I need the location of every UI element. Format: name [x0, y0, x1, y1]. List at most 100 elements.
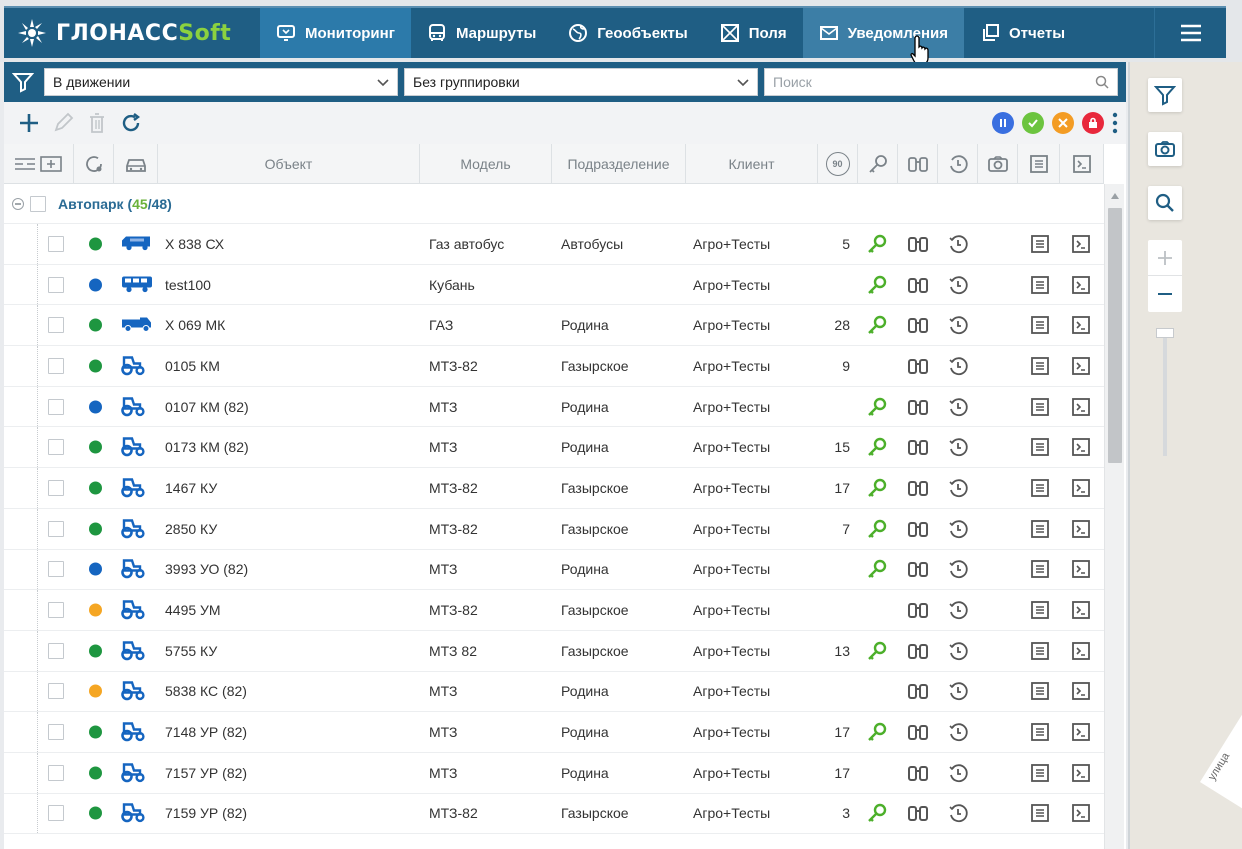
info-button[interactable]: [1029, 436, 1051, 458]
column-division[interactable]: Подразделение: [552, 144, 686, 184]
zoom-slider-track[interactable]: [1163, 330, 1167, 456]
nav-tab-reports[interactable]: Отчеты: [964, 8, 1081, 58]
row-checkbox[interactable]: [48, 357, 64, 374]
info-button[interactable]: [1029, 599, 1051, 621]
column-tracking[interactable]: [898, 144, 938, 184]
object-name[interactable]: 2850 КУ: [165, 521, 217, 537]
info-button[interactable]: [1029, 802, 1051, 824]
object-name[interactable]: 7157 УР (82): [165, 765, 247, 781]
info-button[interactable]: [1029, 274, 1051, 296]
row-checkbox[interactable]: [48, 764, 64, 781]
row-checkbox[interactable]: [48, 398, 64, 415]
search-input[interactable]: [773, 74, 1073, 90]
track-object-button[interactable]: [907, 762, 929, 784]
table-row[interactable]: 7157 УР (82) МТЗ Родина Агро+Тесты 17: [4, 752, 1104, 794]
nav-tab-routes[interactable]: Маршруты: [411, 8, 552, 58]
scroll-up-button[interactable]: [1105, 188, 1125, 204]
object-name[interactable]: 0173 КМ (82): [165, 439, 249, 455]
history-button[interactable]: [947, 355, 969, 377]
track-object-button[interactable]: [907, 558, 929, 580]
status-filter-select[interactable]: В движении: [44, 68, 398, 96]
object-name[interactable]: Х 069 МК: [165, 317, 225, 333]
row-checkbox[interactable]: [48, 235, 64, 252]
object-name[interactable]: 4495 УМ: [165, 602, 221, 618]
commands-button[interactable]: [1070, 518, 1092, 540]
track-object-button[interactable]: [907, 518, 929, 540]
table-row[interactable]: 3993 УО (82) МТЗ Родина Агро+Тесты: [4, 549, 1104, 591]
column-model[interactable]: Модель: [420, 144, 552, 184]
object-name[interactable]: 0105 КМ: [165, 358, 220, 374]
zoom-in-button[interactable]: [1148, 240, 1182, 276]
grouping-select[interactable]: Без группировки: [404, 68, 758, 96]
table-row[interactable]: 5838 КС (82) МТЗ Родина Агро+Тесты: [4, 671, 1104, 713]
history-button[interactable]: [947, 762, 969, 784]
column-info[interactable]: [1018, 144, 1060, 184]
collapse-group-button[interactable]: [12, 197, 24, 210]
table-row[interactable]: test100 Кубань Агро+Тесты: [4, 264, 1104, 306]
commands-button[interactable]: [1070, 599, 1092, 621]
track-object-button[interactable]: [907, 477, 929, 499]
table-row[interactable]: 5755 КУ МТЗ 82 Газырское Агро+Тесты 13: [4, 630, 1104, 672]
track-object-button[interactable]: [907, 802, 929, 824]
commands-button[interactable]: [1070, 558, 1092, 580]
table-row[interactable]: 7159 УР (82) МТЗ-82 Газырское Агро+Тесты…: [4, 793, 1104, 835]
table-row[interactable]: 1467 КУ МТЗ-82 Газырское Агро+Тесты 17: [4, 468, 1104, 509]
nav-tab-geoobjects[interactable]: Геообъекты: [552, 8, 703, 58]
column-status[interactable]: [74, 144, 114, 184]
history-button[interactable]: [947, 274, 969, 296]
column-ignition[interactable]: [858, 144, 898, 184]
track-object-button[interactable]: [907, 599, 929, 621]
commands-button[interactable]: [1070, 802, 1092, 824]
map-filter-button[interactable]: [1148, 78, 1182, 112]
history-button[interactable]: [947, 518, 969, 540]
refresh-button[interactable]: [114, 106, 148, 140]
info-button[interactable]: [1029, 721, 1051, 743]
column-object[interactable]: Объект: [158, 144, 420, 184]
row-checkbox[interactable]: [48, 642, 64, 659]
info-button[interactable]: [1029, 558, 1051, 580]
filter-toggle-button[interactable]: [8, 67, 38, 97]
filter-locked-button[interactable]: [1082, 112, 1104, 134]
history-button[interactable]: [947, 680, 969, 702]
search-icon[interactable]: [1095, 75, 1109, 89]
commands-button[interactable]: [1070, 274, 1092, 296]
track-object-button[interactable]: [907, 355, 929, 377]
history-button[interactable]: [947, 477, 969, 499]
row-checkbox[interactable]: [48, 602, 64, 619]
track-object-button[interactable]: [907, 680, 929, 702]
table-row[interactable]: 0105 КМ МТЗ-82 Газырское Агро+Тесты 9: [4, 346, 1104, 387]
info-button[interactable]: [1029, 762, 1051, 784]
object-name[interactable]: test100: [165, 277, 211, 293]
history-button[interactable]: [947, 436, 969, 458]
row-checkbox[interactable]: [48, 520, 64, 537]
filter-warning-button[interactable]: [1052, 112, 1074, 134]
map-screenshot-button[interactable]: [1148, 132, 1182, 166]
commands-button[interactable]: [1070, 233, 1092, 255]
info-button[interactable]: [1029, 518, 1051, 540]
info-button[interactable]: [1029, 396, 1051, 418]
object-name[interactable]: 5838 КС (82): [165, 683, 247, 699]
group-row-autopark[interactable]: Автопарк (45/48): [4, 184, 1104, 224]
commands-button[interactable]: [1070, 355, 1092, 377]
track-object-button[interactable]: [907, 721, 929, 743]
add-object-button[interactable]: [12, 106, 46, 140]
info-button[interactable]: [1029, 477, 1051, 499]
commands-button[interactable]: [1070, 436, 1092, 458]
more-vertical-icon[interactable]: [1112, 112, 1118, 134]
commands-button[interactable]: [1070, 680, 1092, 702]
column-speed[interactable]: 90: [818, 144, 858, 184]
map-panel[interactable]: улица: [1128, 62, 1242, 849]
history-button[interactable]: [947, 314, 969, 336]
column-expand-collapse[interactable]: [4, 144, 74, 184]
column-client[interactable]: Клиент: [686, 144, 818, 184]
zoom-slider-handle[interactable]: [1156, 328, 1174, 338]
row-checkbox[interactable]: [48, 317, 64, 334]
nav-tab-notifications[interactable]: Уведомления: [802, 8, 964, 58]
filter-paused-button[interactable]: [992, 112, 1014, 134]
column-vehicle-type[interactable]: [114, 144, 158, 184]
table-row[interactable]: Х 069 МК ГАЗ Родина Агро+Тесты 28: [4, 305, 1104, 347]
row-checkbox[interactable]: [48, 479, 64, 496]
row-checkbox[interactable]: [48, 276, 64, 293]
history-button[interactable]: [947, 599, 969, 621]
nav-tab-fields[interactable]: Поля: [704, 8, 803, 58]
